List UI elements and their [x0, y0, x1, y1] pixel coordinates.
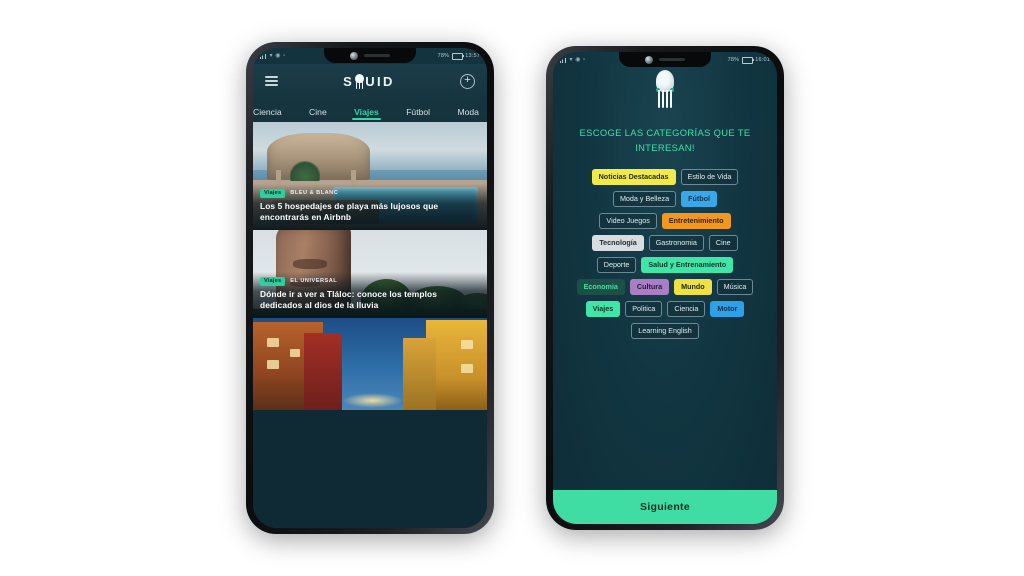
chip-row: Moda y Belleza Fútbol: [612, 191, 718, 207]
chip-row: Noticias Destacadas Estilo de Vida: [591, 169, 739, 186]
battery-percent-label: 78%: [437, 53, 450, 59]
category-screen-title: ESCOGE LAS CATEGORÍAS QUE TE INTERESAN!: [579, 127, 751, 153]
category-chip-learning-english[interactable]: Learning English: [631, 322, 699, 339]
alarm-icon: ◉: [275, 53, 281, 59]
tab-ciencia[interactable]: Ciencia: [253, 107, 286, 120]
article-card[interactable]: Viajes BLEU & BLANC Los 5 hospedajes de …: [253, 122, 487, 230]
news-feed: S UID + Ciencia Cine Viajes Fútbol Moda: [253, 48, 487, 528]
battery-icon: [741, 56, 754, 64]
category-chip-moda-y-belleza[interactable]: Moda y Belleza: [612, 191, 677, 207]
category-chip-politica[interactable]: Politica: [625, 300, 663, 317]
tab-moda[interactable]: Moda: [453, 107, 483, 120]
app-brand-logo: S UID: [343, 73, 395, 89]
wifi-icon: ▾: [269, 53, 273, 59]
sim-icon: ▫: [583, 57, 586, 63]
category-chip-mundo[interactable]: Mundo: [674, 278, 712, 295]
category-chip-cine[interactable]: Cine: [708, 234, 738, 251]
article-headline: Los 5 hospedajes de playa más lujosos qu…: [260, 200, 439, 222]
squid-logo-icon: [355, 73, 365, 89]
chip-row: Economia Cultura Mundo Música: [576, 278, 754, 295]
chip-row: Video Juegos Entretenimiento: [599, 213, 731, 229]
tab-futbol[interactable]: Fútbol: [402, 107, 434, 120]
category-chip-futbol[interactable]: Fútbol: [681, 191, 718, 207]
app-header: S UID +: [253, 64, 487, 98]
tab-cine[interactable]: Cine: [305, 107, 331, 120]
signal-bars-icon: [560, 57, 567, 63]
article-meta-row: Viajes EL UNIVERSAL: [260, 276, 480, 286]
article-category-badge: Viajes: [260, 188, 286, 198]
phone-left-notch: [324, 48, 416, 63]
chip-row: Learning English: [631, 322, 699, 339]
squid-logo-icon: [655, 70, 675, 110]
chip-row: Tecnología Gastronomia Cine: [592, 234, 738, 251]
category-chip-ciencia[interactable]: Ciencia: [667, 300, 706, 317]
category-tab-bar[interactable]: Ciencia Cine Viajes Fútbol Moda: [253, 98, 487, 122]
brand-suffix-label: UID: [365, 73, 395, 89]
article-overlay: Viajes EL UNIVERSAL Dónde ir a ver a Tlá…: [253, 271, 487, 318]
article-image-beach-resort: Viajes BLEU & BLANC Los 5 hospedajes de …: [253, 122, 487, 230]
article-source-label: EL UNIVERSAL: [290, 278, 338, 285]
status-right-icons: 78% 13:57: [437, 52, 480, 60]
category-chip-salud-y-entrenamiento[interactable]: Salud y Entrenamiento: [641, 256, 734, 273]
article-source-label: BLEU & BLANC: [290, 190, 339, 197]
next-button[interactable]: Siguiente: [553, 490, 777, 524]
article-headline: Dónde ir a ver a Tláloc: conoce los temp…: [260, 288, 437, 310]
article-image-monolith: Viajes EL UNIVERSAL Dónde ir a ver a Tlá…: [253, 230, 487, 318]
alarm-icon: ◉: [575, 57, 581, 63]
front-camera-icon: [350, 51, 358, 60]
category-chip-entretenimiento[interactable]: Entretenimiento: [661, 213, 731, 229]
category-chip-grid[interactable]: Noticias Destacadas Estilo de Vida Moda …: [560, 169, 771, 339]
status-left-icons: ▾ ◉ ▫: [260, 53, 285, 59]
category-chip-economia[interactable]: Economia: [576, 278, 625, 295]
category-chip-viajes[interactable]: Viajes: [585, 300, 621, 317]
article-card-list[interactable]: Viajes BLEU & BLANC Los 5 hospedajes de …: [253, 122, 487, 528]
article-image-colonial-street: [253, 318, 487, 410]
signal-bars-icon: [260, 53, 267, 59]
status-right-icons: 78% 16:01: [727, 56, 770, 64]
phone-right-device: ▾ ◉ ▫ 78% 16:01 ESCOGE LAS CATEGORÍAS QU…: [546, 46, 784, 530]
phone-right-notch: [619, 52, 711, 67]
category-chip-noticias-destacadas[interactable]: Noticias Destacadas: [591, 169, 676, 186]
article-card[interactable]: [253, 318, 487, 410]
phone-left-screen: ▾ ◉ ▫ 78% 13:57 S UID + Ciencia Cine Via…: [253, 48, 487, 528]
category-chip-cultura[interactable]: Cultura: [629, 278, 670, 295]
add-topic-button[interactable]: +: [459, 73, 475, 89]
category-selection-screen: ESCOGE LAS CATEGORÍAS QUE TE INTERESAN! …: [553, 52, 777, 524]
clock-label: 16:01: [755, 57, 770, 63]
article-overlay: Viajes BLEU & BLANC Los 5 hospedajes de …: [253, 183, 487, 230]
brand-prefix-label: S: [343, 73, 355, 89]
article-meta-row: Viajes BLEU & BLANC: [260, 188, 480, 198]
chip-row: Deporte Salud y Entrenamiento: [596, 256, 734, 273]
category-chip-musica[interactable]: Música: [716, 278, 754, 295]
battery-icon: [451, 52, 464, 60]
category-chip-deporte[interactable]: Deporte: [596, 256, 637, 273]
status-left-icons: ▾ ◉ ▫: [560, 57, 585, 63]
clock-label: 13:57: [465, 53, 480, 59]
hamburger-menu-icon[interactable]: [265, 76, 278, 86]
tab-viajes[interactable]: Viajes: [350, 107, 383, 120]
category-chip-video-juegos[interactable]: Video Juegos: [599, 213, 657, 229]
article-category-badge: Viajes: [260, 276, 286, 286]
chip-row: Viajes Politica Ciencia Motor: [585, 300, 745, 317]
phone-left-device: ▾ ◉ ▫ 78% 13:57 S UID + Ciencia Cine Via…: [246, 42, 494, 534]
earpiece-speaker-icon: [659, 57, 685, 62]
front-camera-icon: [645, 55, 653, 64]
category-chip-estilo-de-vida[interactable]: Estilo de Vida: [680, 169, 739, 186]
screenshot-canvas: ▾ ◉ ▫ 78% 13:57 S UID + Ciencia Cine Via…: [0, 0, 1024, 576]
article-card[interactable]: Viajes EL UNIVERSAL Dónde ir a ver a Tlá…: [253, 230, 487, 318]
category-chip-gastronomia[interactable]: Gastronomia: [648, 234, 704, 251]
category-chip-motor[interactable]: Motor: [710, 300, 745, 317]
sim-icon: ▫: [283, 53, 286, 59]
category-chip-tecnologia[interactable]: Tecnología: [592, 234, 644, 251]
phone-right-screen: ▾ ◉ ▫ 78% 16:01 ESCOGE LAS CATEGORÍAS QU…: [553, 52, 777, 524]
wifi-icon: ▾: [569, 57, 573, 63]
earpiece-speaker-icon: [364, 53, 390, 58]
battery-percent-label: 78%: [727, 57, 740, 63]
